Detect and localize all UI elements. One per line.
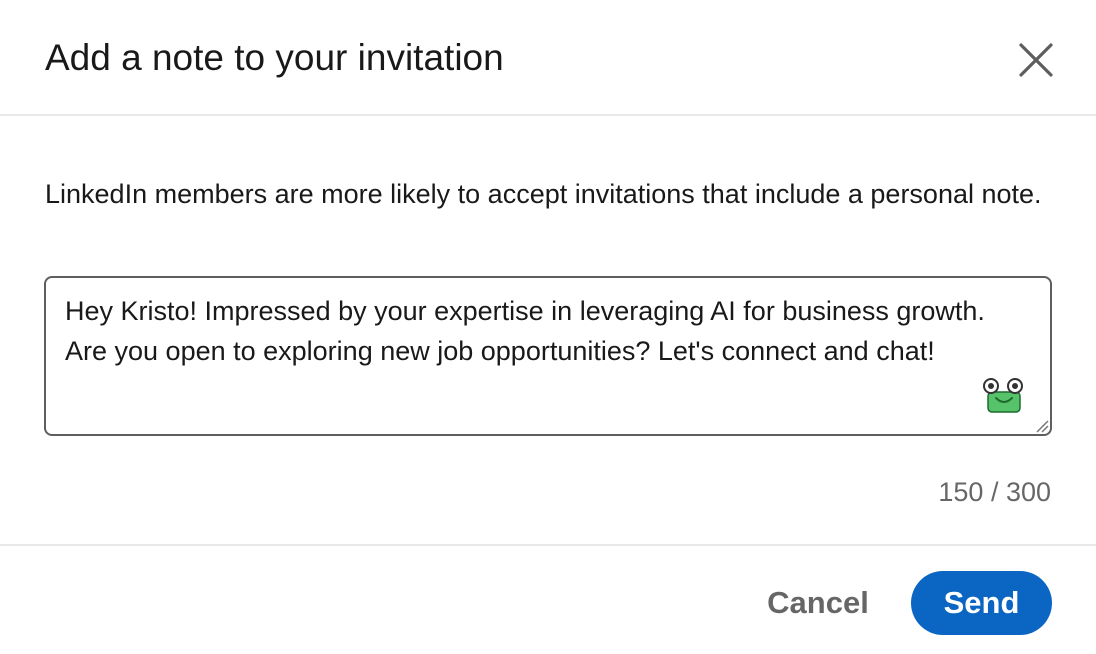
note-textarea[interactable]: Hey Kristo! Impressed by your expertise …: [44, 276, 1052, 436]
close-button[interactable]: [1008, 32, 1064, 88]
dialog-header: Add a note to your invitation: [0, 0, 1096, 116]
cancel-button[interactable]: Cancel: [748, 571, 888, 635]
ai-assistant-icon[interactable]: [980, 376, 1026, 416]
character-counter: 150 / 300: [938, 477, 1051, 507]
note-textarea-value[interactable]: Hey Kristo! Impressed by your expertise …: [65, 291, 1005, 371]
dialog-footer: Cancel Send: [0, 544, 1096, 654]
resize-handle-icon[interactable]: [1035, 419, 1049, 433]
personal-note-hint: LinkedIn members are more likely to acce…: [45, 179, 1042, 209]
close-icon: [1019, 43, 1053, 77]
invitation-note-dialog: Add a note to your invitation LinkedIn m…: [0, 0, 1096, 654]
send-button[interactable]: Send: [911, 571, 1052, 635]
dialog-title: Add a note to your invitation: [45, 37, 504, 78]
